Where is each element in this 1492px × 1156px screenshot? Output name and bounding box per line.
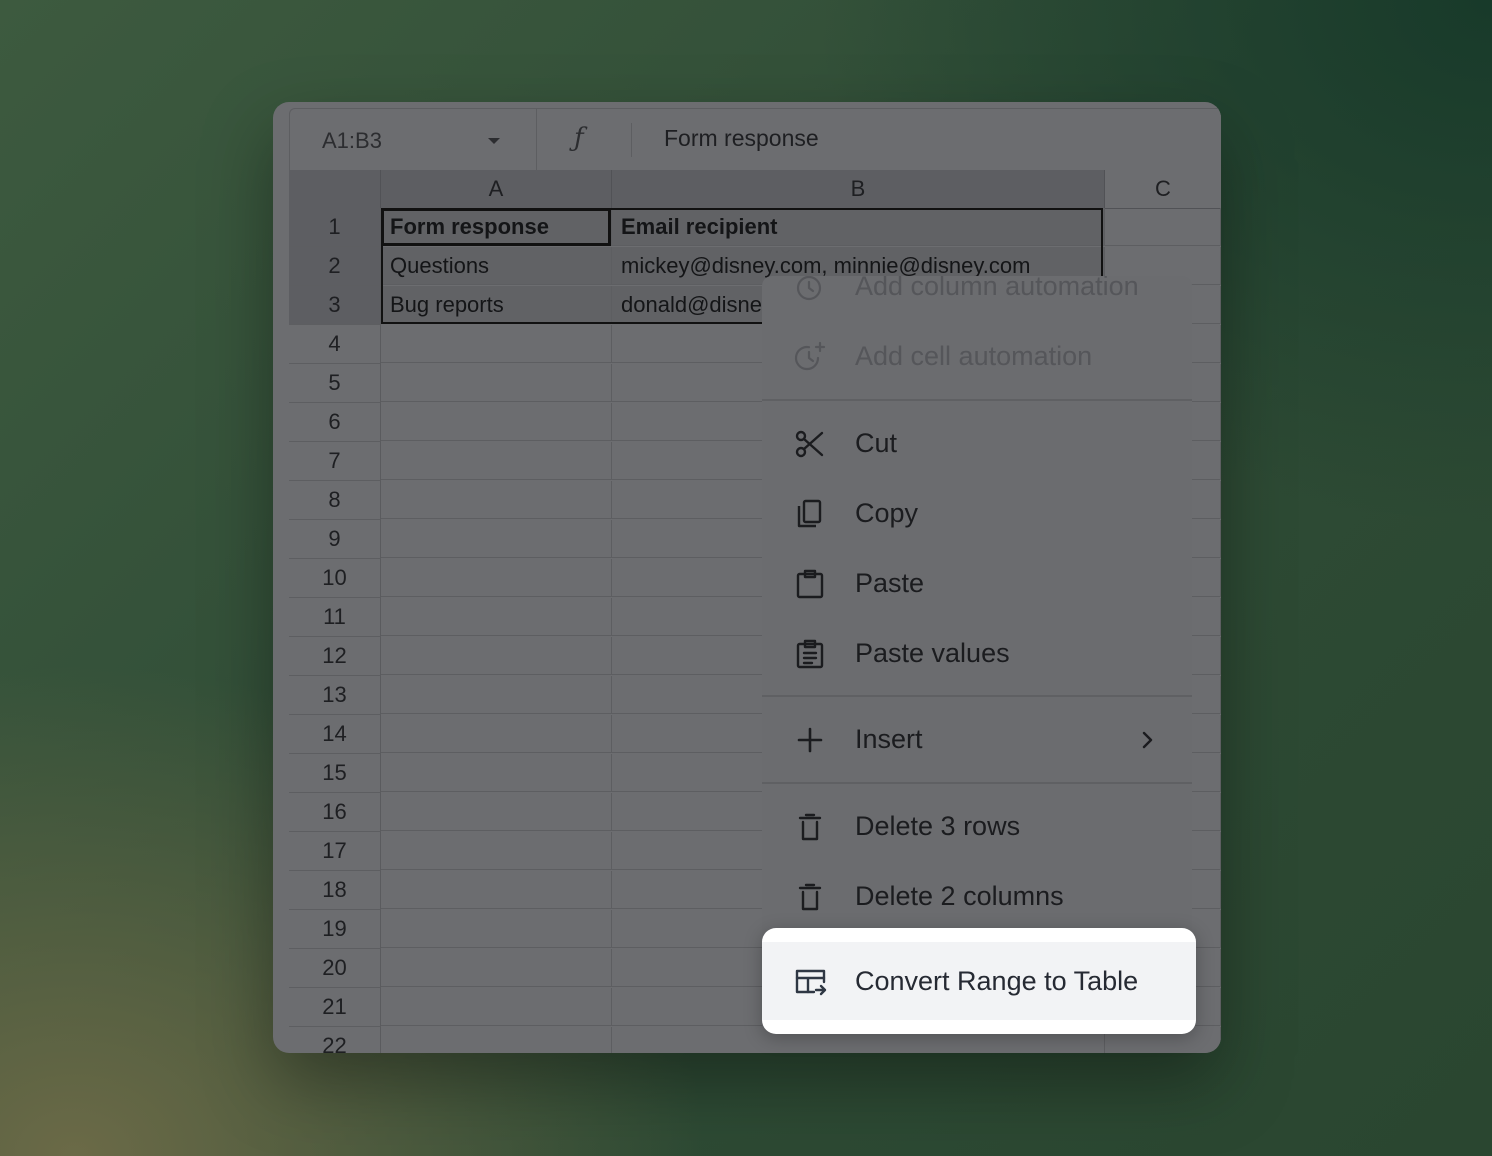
cell-a14[interactable]: [381, 715, 612, 753]
row-header-15[interactable]: 15: [289, 754, 381, 793]
menu-item-cut[interactable]: Cut: [762, 409, 1192, 479]
menu-item-insert[interactable]: Insert: [762, 705, 1192, 775]
row-header-13[interactable]: 13: [289, 676, 381, 715]
formula-input[interactable]: Form response: [664, 125, 819, 152]
menu-item-label: Cut: [855, 428, 898, 458]
cell-a18[interactable]: [381, 871, 612, 909]
cell-a12[interactable]: [381, 637, 612, 675]
menu-item-add-column-automation[interactable]: Add column automation: [762, 276, 1192, 322]
function-icon[interactable]: ƒ: [574, 123, 584, 153]
menu-item-add-cell-automation[interactable]: Add cell automation: [762, 322, 1192, 392]
row-header-4[interactable]: 4: [289, 325, 381, 364]
cell-a1[interactable]: Form response: [381, 208, 612, 246]
cell-a7[interactable]: [381, 442, 612, 480]
row-header-19[interactable]: 19: [289, 910, 381, 949]
cell-c1[interactable]: [1105, 208, 1221, 246]
menu-divider: [762, 399, 1192, 401]
menu-item-label: Add column automation: [855, 276, 1139, 301]
menu-divider: [762, 782, 1192, 784]
cell-b1[interactable]: Email recipient: [612, 208, 1105, 246]
plus-icon: [797, 727, 823, 753]
clipboard-text-icon: [796, 639, 824, 669]
cell-a9[interactable]: [381, 520, 612, 558]
row-header-14[interactable]: 14: [289, 715, 381, 754]
cell-a11[interactable]: [381, 598, 612, 636]
table-convert-icon: [795, 969, 827, 996]
row-header-9[interactable]: 9: [289, 520, 381, 559]
row-header-2[interactable]: 2: [289, 247, 381, 286]
divider: [631, 123, 632, 157]
cell-a22[interactable]: [381, 1027, 612, 1053]
row-header-16[interactable]: 16: [289, 793, 381, 832]
row-header-5[interactable]: 5: [289, 364, 381, 403]
clipboard-icon: [796, 569, 824, 599]
clock-plus-icon: [796, 276, 822, 301]
menu-divider: [762, 695, 1192, 697]
menu-item-paste-values[interactable]: Paste values: [762, 619, 1192, 689]
menu-item-label: Add cell automation: [855, 341, 1093, 371]
context-menu: Add column automation Add cell automatio…: [762, 276, 1192, 1034]
column-header-b[interactable]: B: [612, 170, 1105, 209]
cell-a17[interactable]: [381, 832, 612, 870]
menu-item-convert-range-to-table[interactable]: Convert Range to Table: [762, 928, 1196, 1034]
cell-a15[interactable]: [381, 754, 612, 792]
menu-item-delete-columns[interactable]: Delete 2 columns: [762, 862, 1192, 932]
column-header-a[interactable]: A: [381, 170, 612, 209]
cell-a13[interactable]: [381, 676, 612, 714]
copy-icon: [797, 499, 822, 528]
chevron-right-icon: [1142, 731, 1153, 749]
row-header-3[interactable]: 3: [289, 286, 381, 325]
menu-item-label: Insert: [855, 724, 923, 754]
cell-a6[interactable]: [381, 403, 612, 441]
row-header-7[interactable]: 7: [289, 442, 381, 481]
cell-a10[interactable]: [381, 559, 612, 597]
row-header-1[interactable]: 1: [289, 208, 381, 247]
select-all-corner[interactable]: [289, 170, 381, 209]
menu-item-label: Delete 3 rows: [855, 811, 1021, 841]
menu-item-paste[interactable]: Paste: [762, 549, 1192, 619]
cell-a16[interactable]: [381, 793, 612, 831]
name-box-value: A1:B3: [322, 128, 382, 153]
cell-a2[interactable]: Questions: [381, 247, 612, 285]
menu-item-label: Paste: [855, 568, 925, 598]
row-header-17[interactable]: 17: [289, 832, 381, 871]
chevron-down-icon[interactable]: [488, 138, 500, 144]
menu-item-copy[interactable]: Copy: [762, 479, 1192, 549]
cell-a19[interactable]: [381, 910, 612, 948]
menu-item-label: Copy: [855, 498, 919, 528]
cell-a21[interactable]: [381, 988, 612, 1026]
cell-a3[interactable]: Bug reports: [381, 286, 612, 324]
row-header-8[interactable]: 8: [289, 481, 381, 520]
trash-icon: [798, 883, 822, 911]
menu-item-label: Paste values: [855, 638, 1010, 668]
row-header-12[interactable]: 12: [289, 637, 381, 676]
row-header-20[interactable]: 20: [289, 949, 381, 988]
cell-a5[interactable]: [381, 364, 612, 402]
formula-bar: A1:B3 ƒ Form response: [289, 108, 1221, 171]
menu-item-delete-rows[interactable]: Delete 3 rows: [762, 792, 1192, 862]
column-header-c[interactable]: C: [1105, 170, 1221, 209]
cell-a20[interactable]: [381, 949, 612, 987]
row-header-10[interactable]: 10: [289, 559, 381, 598]
name-box[interactable]: A1:B3: [290, 109, 537, 170]
cell-a8[interactable]: [381, 481, 612, 519]
scissors-icon: [795, 430, 824, 458]
row-header-6[interactable]: 6: [289, 403, 381, 442]
row-header-11[interactable]: 11: [289, 598, 381, 637]
cell-a4[interactable]: [381, 325, 612, 363]
trash-icon: [798, 813, 822, 841]
clock-plus-icon: [794, 341, 826, 371]
menu-item-label: Convert Range to Table: [855, 966, 1139, 996]
row-header-22[interactable]: 22: [289, 1027, 381, 1053]
row-header-21[interactable]: 21: [289, 988, 381, 1027]
menu-item-label: Delete 2 columns: [855, 881, 1064, 911]
row-header-18[interactable]: 18: [289, 871, 381, 910]
